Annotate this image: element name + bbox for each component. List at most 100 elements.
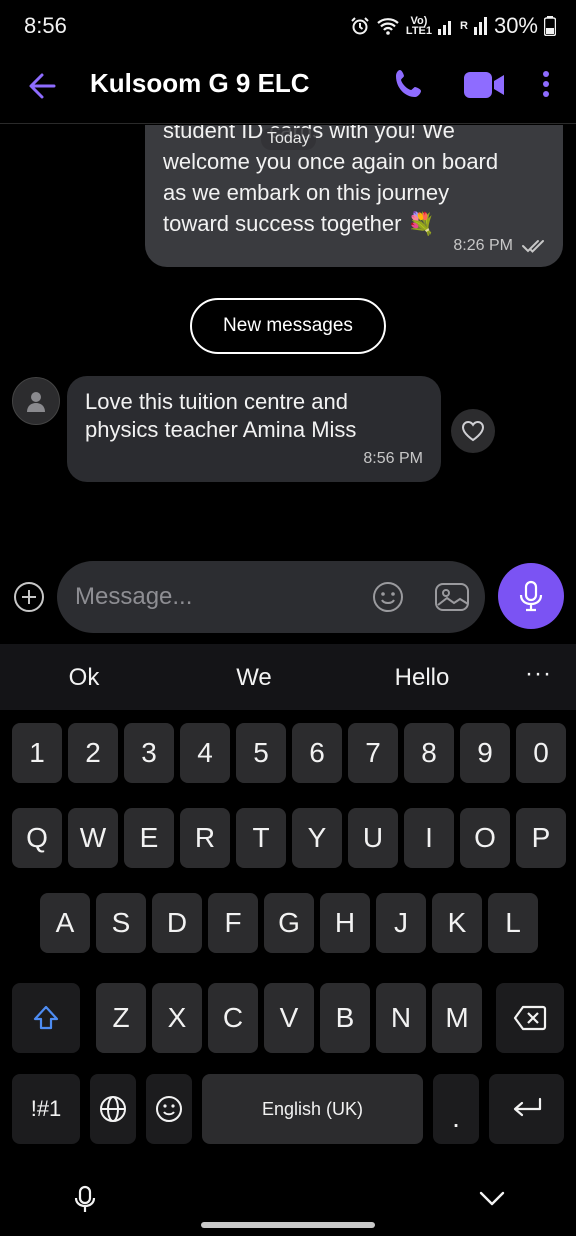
key-f[interactable]: F [208,893,258,953]
image-icon [435,583,469,611]
key-1[interactable]: 1 [12,723,62,783]
symbols-key[interactable]: !#1 [12,1074,80,1144]
key-5[interactable]: 5 [236,723,286,783]
voice-call-button[interactable] [390,64,430,104]
key-x[interactable]: X [152,983,202,1053]
key-w[interactable]: W [68,808,118,868]
key-q[interactable]: Q [12,808,62,868]
key-3[interactable]: 3 [124,723,174,783]
key-t[interactable]: T [236,808,286,868]
avatar[interactable] [12,377,60,425]
battery-icon [544,16,556,36]
chat-messages[interactable]: student ID cards with you! We welcome yo… [0,125,576,555]
key-9[interactable]: 9 [460,723,510,783]
plus-circle-icon [14,582,44,612]
incoming-message-time: 8:56 PM [363,450,423,467]
outgoing-message-time: 8:26 PM [453,237,513,254]
key-p[interactable]: P [516,808,566,868]
key-y[interactable]: Y [292,808,342,868]
key-e[interactable]: E [124,808,174,868]
more-options-button[interactable] [534,66,558,106]
key-m[interactable]: M [432,983,482,1053]
voice-input-button[interactable] [72,1184,98,1221]
message-input[interactable]: Message... [57,561,485,633]
add-attachment-button[interactable] [13,581,45,613]
key-l[interactable]: L [488,893,538,953]
smiley-icon [156,1096,182,1122]
status-indicators: Vo) LTE1 R 30% [350,13,556,39]
microphone-icon [519,580,543,612]
backspace-key[interactable] [496,983,564,1053]
emoji-key[interactable] [146,1074,192,1144]
enter-key[interactable] [489,1074,564,1144]
home-indicator[interactable] [201,1222,375,1228]
emoji-button[interactable] [372,581,404,613]
system-nav-bar [0,1176,576,1236]
suggestion-2[interactable]: We [236,664,272,692]
shift-key[interactable] [12,983,80,1053]
keyboard: Ok We Hello ··· 1 2 3 4 5 6 7 8 9 0 Q W … [0,644,576,1236]
chevron-down-icon [479,1191,505,1206]
outgoing-message[interactable]: student ID cards with you! We welcome yo… [145,125,563,267]
new-messages-button[interactable]: New messages [190,298,386,354]
shift-arrow-icon [33,1005,59,1030]
gallery-button[interactable] [434,581,470,613]
key-d[interactable]: D [152,893,202,953]
wifi-icon [376,16,400,36]
signal-1-icon [438,17,454,35]
key-8[interactable]: 8 [404,723,454,783]
key-a[interactable]: A [40,893,90,953]
incoming-message[interactable]: Love this tuition centre and physics tea… [67,376,441,482]
react-button[interactable] [451,409,495,453]
key-o[interactable]: O [460,808,510,868]
key-0[interactable]: 0 [516,723,566,783]
key-i[interactable]: I [404,808,454,868]
outgoing-message-text: student ID cards with you! We welcome yo… [163,125,499,236]
status-bar: 8:56 Vo) LTE1 R 30% [0,0,576,52]
period-key[interactable]: . [433,1074,479,1144]
key-j[interactable]: J [376,893,426,953]
person-icon [27,392,45,412]
arrow-left-icon [29,73,56,99]
key-u[interactable]: U [348,808,398,868]
key-b[interactable]: B [320,983,370,1053]
backspace-icon [513,1005,547,1031]
suggestions-more-button[interactable]: ··· [525,660,552,688]
hide-keyboard-button[interactable] [478,1188,506,1213]
key-z[interactable]: Z [96,983,146,1053]
key-n[interactable]: N [376,983,426,1053]
globe-icon [100,1096,126,1122]
key-h[interactable]: H [320,893,370,953]
space-key[interactable]: English (UK) [202,1074,423,1144]
date-divider: Today [261,128,316,150]
key-4[interactable]: 4 [180,723,230,783]
incoming-message-text: Love this tuition centre and physics tea… [85,389,357,442]
key-6[interactable]: 6 [292,723,342,783]
language-key[interactable] [90,1074,136,1144]
key-r[interactable]: R [180,808,230,868]
key-v[interactable]: V [264,983,314,1053]
chat-header: Kulsoom G 9 ELC [0,52,576,124]
key-k[interactable]: K [432,893,482,953]
key-c[interactable]: C [208,983,258,1053]
chat-title[interactable]: Kulsoom G 9 ELC [90,68,310,99]
heart-icon [461,420,485,442]
key-2[interactable]: 2 [68,723,118,783]
suggestion-3[interactable]: Hello [395,664,450,692]
signal-2-icon [473,17,488,35]
enter-arrow-icon [513,1097,541,1117]
phone-icon [396,70,421,97]
video-camera-icon [464,72,504,98]
roaming-indicator: R [460,20,468,32]
smiley-icon [373,582,403,612]
key-7[interactable]: 7 [348,723,398,783]
read-receipt-icon [522,240,544,253]
video-call-button[interactable] [460,64,508,104]
back-button[interactable] [24,66,64,106]
suggestion-bar: Ok We Hello ··· [0,644,576,710]
key-g[interactable]: G [264,893,314,953]
voice-message-button[interactable] [498,563,564,629]
suggestion-1[interactable]: Ok [69,664,100,692]
key-s[interactable]: S [96,893,146,953]
alarm-icon [350,16,370,36]
